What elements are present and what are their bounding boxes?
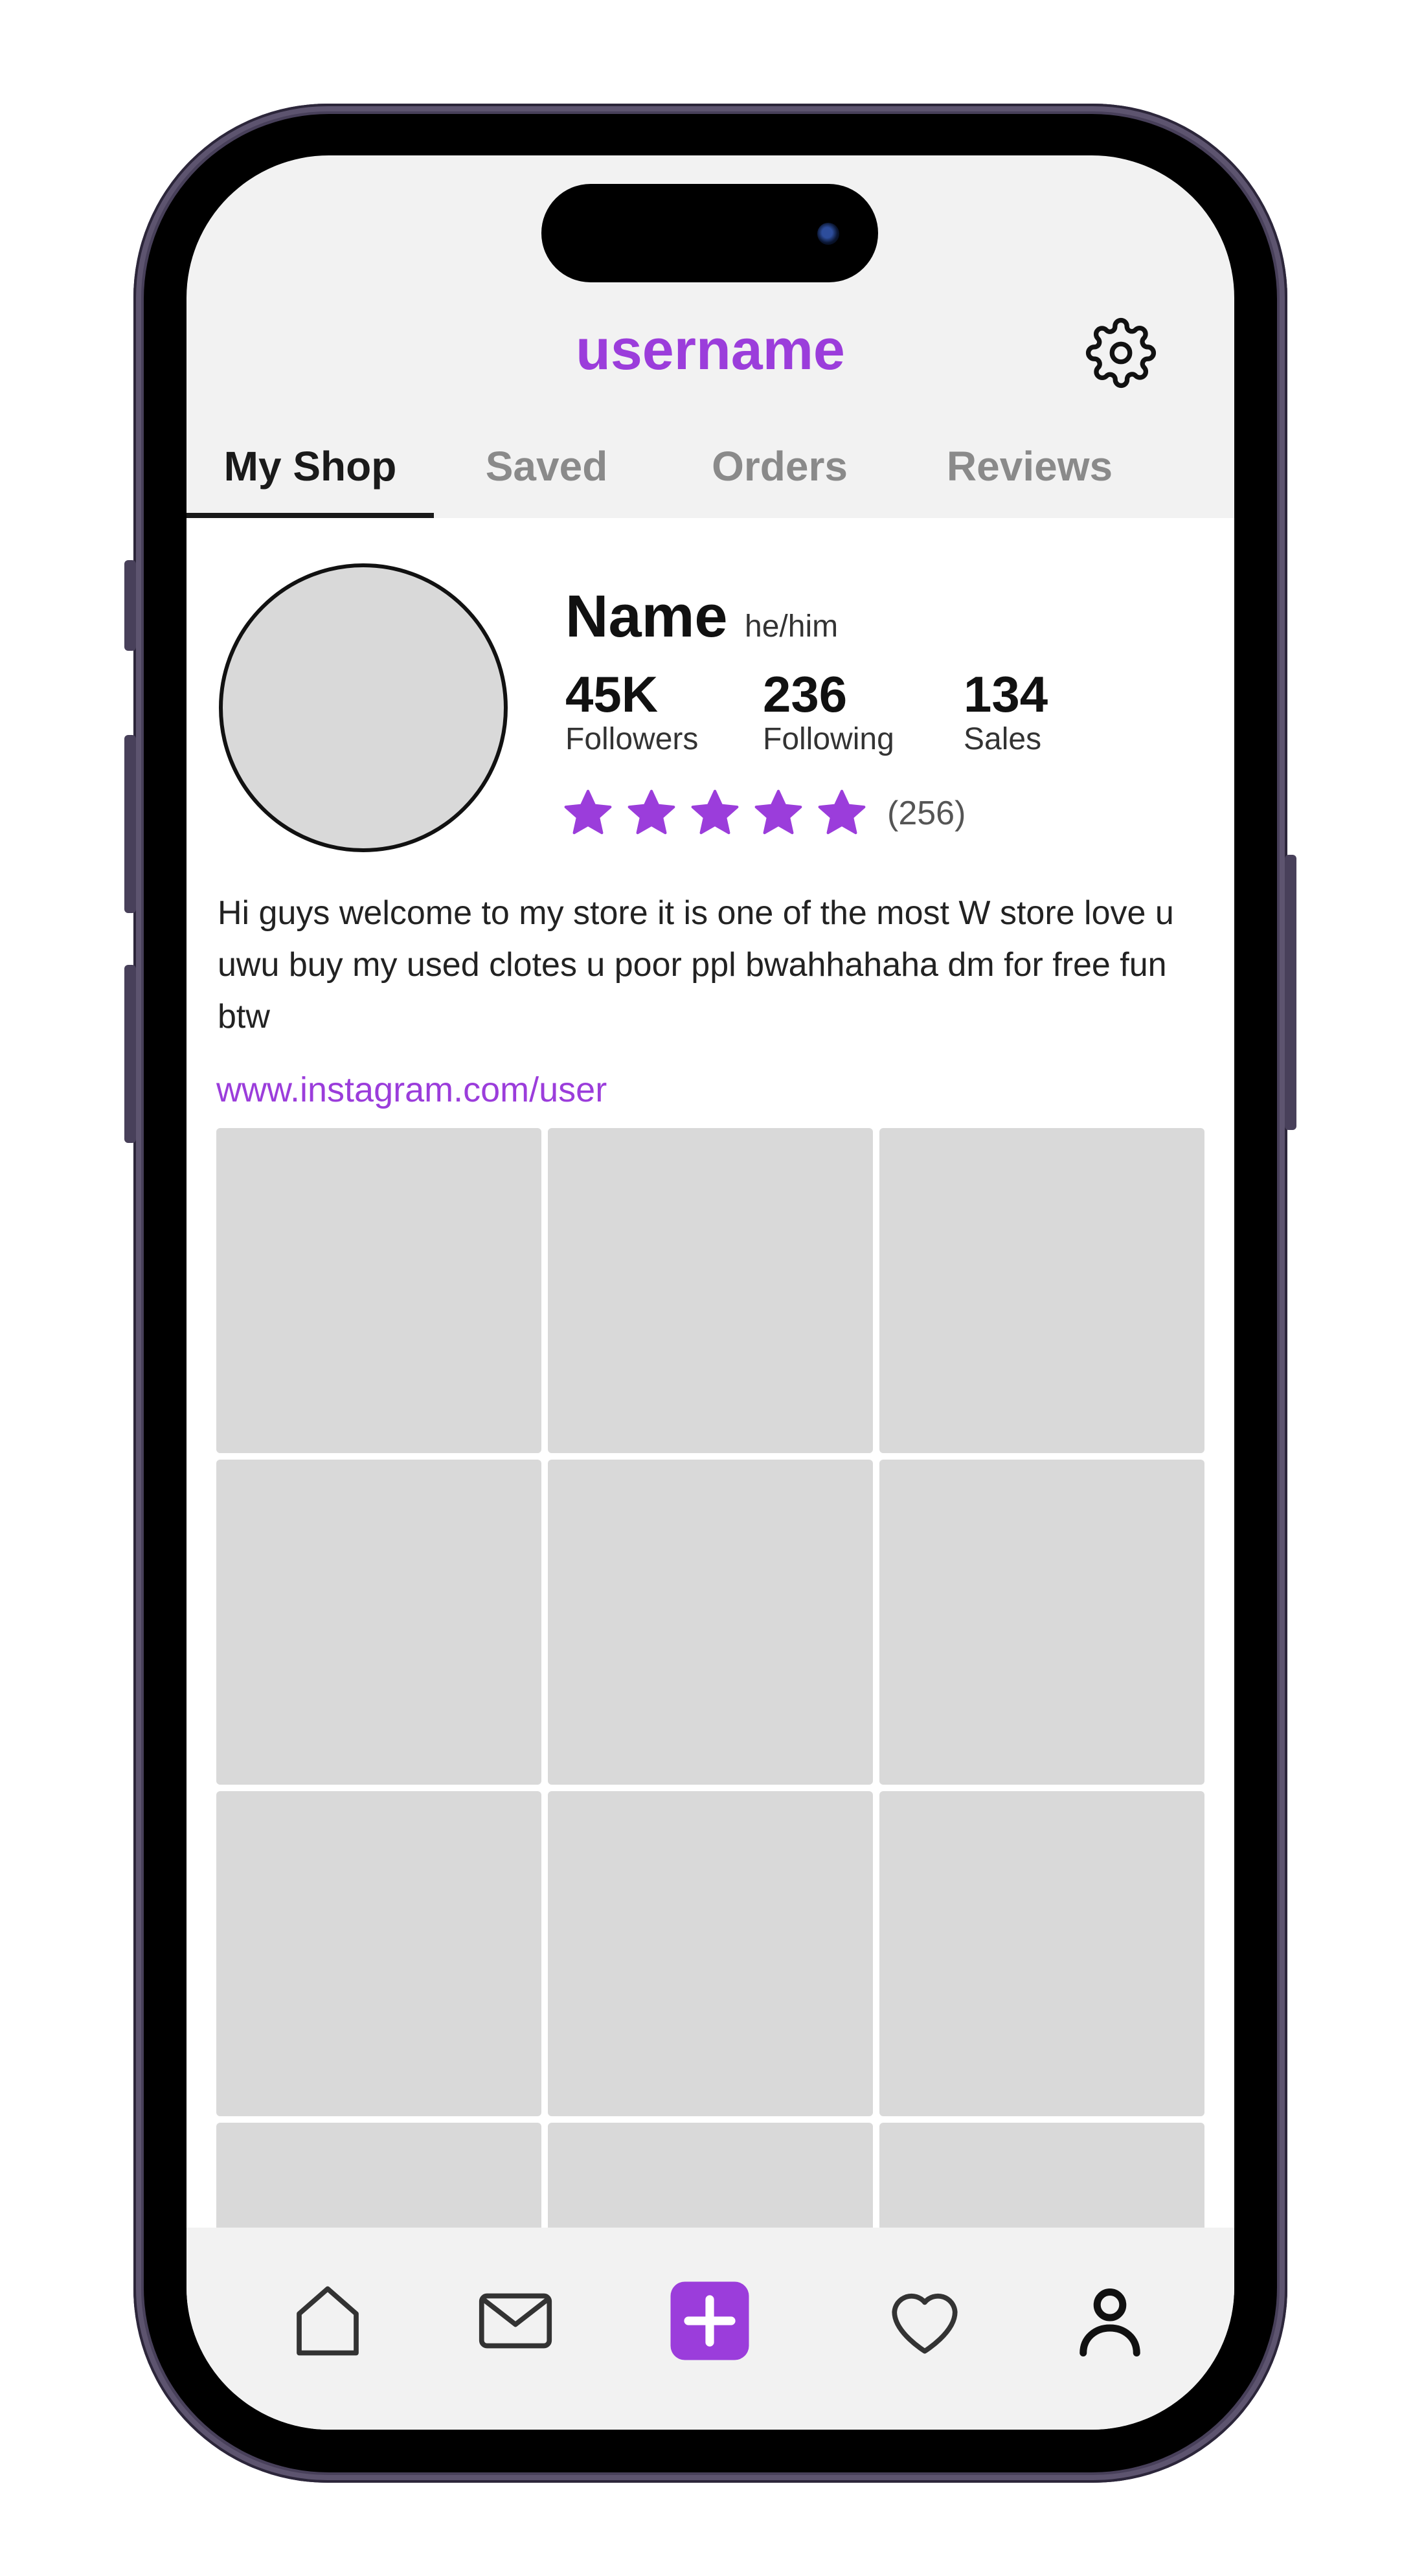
action-button (124, 560, 136, 651)
volume-up-button (124, 735, 136, 913)
listings-grid (216, 1128, 1204, 2228)
star-icon (754, 789, 802, 835)
profile-tabs: My Shop Saved Orders Reviews (187, 421, 1234, 518)
home-icon (297, 2286, 359, 2356)
listing-thumbnail[interactable] (548, 1791, 873, 2116)
listing-thumbnail[interactable] (216, 2123, 541, 2228)
rating-stars[interactable]: (256) (561, 785, 966, 842)
sales-stat[interactable]: 134 Sales (964, 667, 1048, 758)
following-count: 236 (763, 666, 848, 723)
following-label: Following (763, 722, 894, 756)
review-count: (256) (887, 795, 966, 832)
settings-button[interactable] (1085, 317, 1157, 389)
power-button (1285, 855, 1296, 1130)
nav-home-button[interactable] (285, 2278, 370, 2364)
bottom-nav (187, 2228, 1234, 2430)
profile-name-row: Name he/him (565, 583, 838, 651)
front-camera (817, 223, 839, 245)
listing-thumbnail[interactable] (879, 2123, 1204, 2228)
active-tab-indicator (187, 513, 434, 518)
page-title: username (576, 317, 845, 381)
tab-saved[interactable]: Saved (434, 421, 659, 518)
listing-thumbnail[interactable] (216, 1128, 541, 1453)
tab-orders[interactable]: Orders (659, 421, 900, 518)
profile-icon (1080, 2288, 1140, 2356)
listing-thumbnail[interactable] (879, 1460, 1204, 1785)
sales-count: 134 (964, 666, 1048, 723)
phone-screen: username My Shop Saved Orders Reviews Na… (187, 155, 1234, 2430)
followers-label: Followers (565, 722, 699, 756)
star-icon (691, 789, 739, 835)
listing-thumbnail[interactable] (879, 1791, 1204, 2116)
listing-thumbnail[interactable] (216, 1791, 541, 2116)
listing-thumbnail[interactable] (548, 1460, 873, 1785)
star-icon (818, 789, 866, 835)
listing-thumbnail[interactable] (879, 1128, 1204, 1453)
add-icon (670, 2281, 749, 2360)
nav-messages-button[interactable] (473, 2278, 558, 2364)
shop-content: Name he/him 45K Followers 236 Following … (187, 518, 1234, 2228)
followers-count: 45K (565, 666, 659, 723)
heart-icon (892, 2293, 958, 2354)
tab-my-shop[interactable]: My Shop (187, 421, 434, 518)
listing-thumbnail[interactable] (548, 1128, 873, 1453)
listing-thumbnail[interactable] (216, 1460, 541, 1785)
profile-bio: Hi guys welcome to my store it is one of… (218, 894, 1174, 1035)
dynamic-island (541, 184, 878, 282)
star-icon (564, 789, 612, 835)
profile-pronouns: he/him (745, 609, 839, 644)
tab-reviews[interactable]: Reviews (900, 421, 1159, 518)
nav-add-listing-button[interactable] (667, 2278, 752, 2364)
mail-icon (479, 2293, 552, 2349)
sales-label: Sales (964, 722, 1042, 756)
nav-favorites-button[interactable] (882, 2278, 967, 2364)
avatar[interactable] (219, 563, 508, 852)
gear-icon (1085, 317, 1157, 389)
nav-profile-button[interactable] (1067, 2278, 1153, 2364)
volume-down-button (124, 965, 136, 1143)
star-icon (627, 789, 675, 835)
followers-stat[interactable]: 45K Followers (565, 667, 698, 758)
following-stat[interactable]: 236 Following (763, 667, 894, 758)
profile-name: Name (565, 583, 728, 650)
profile-link[interactable]: www.instagram.com/user (216, 1070, 607, 1110)
listing-thumbnail[interactable] (548, 2123, 873, 2228)
